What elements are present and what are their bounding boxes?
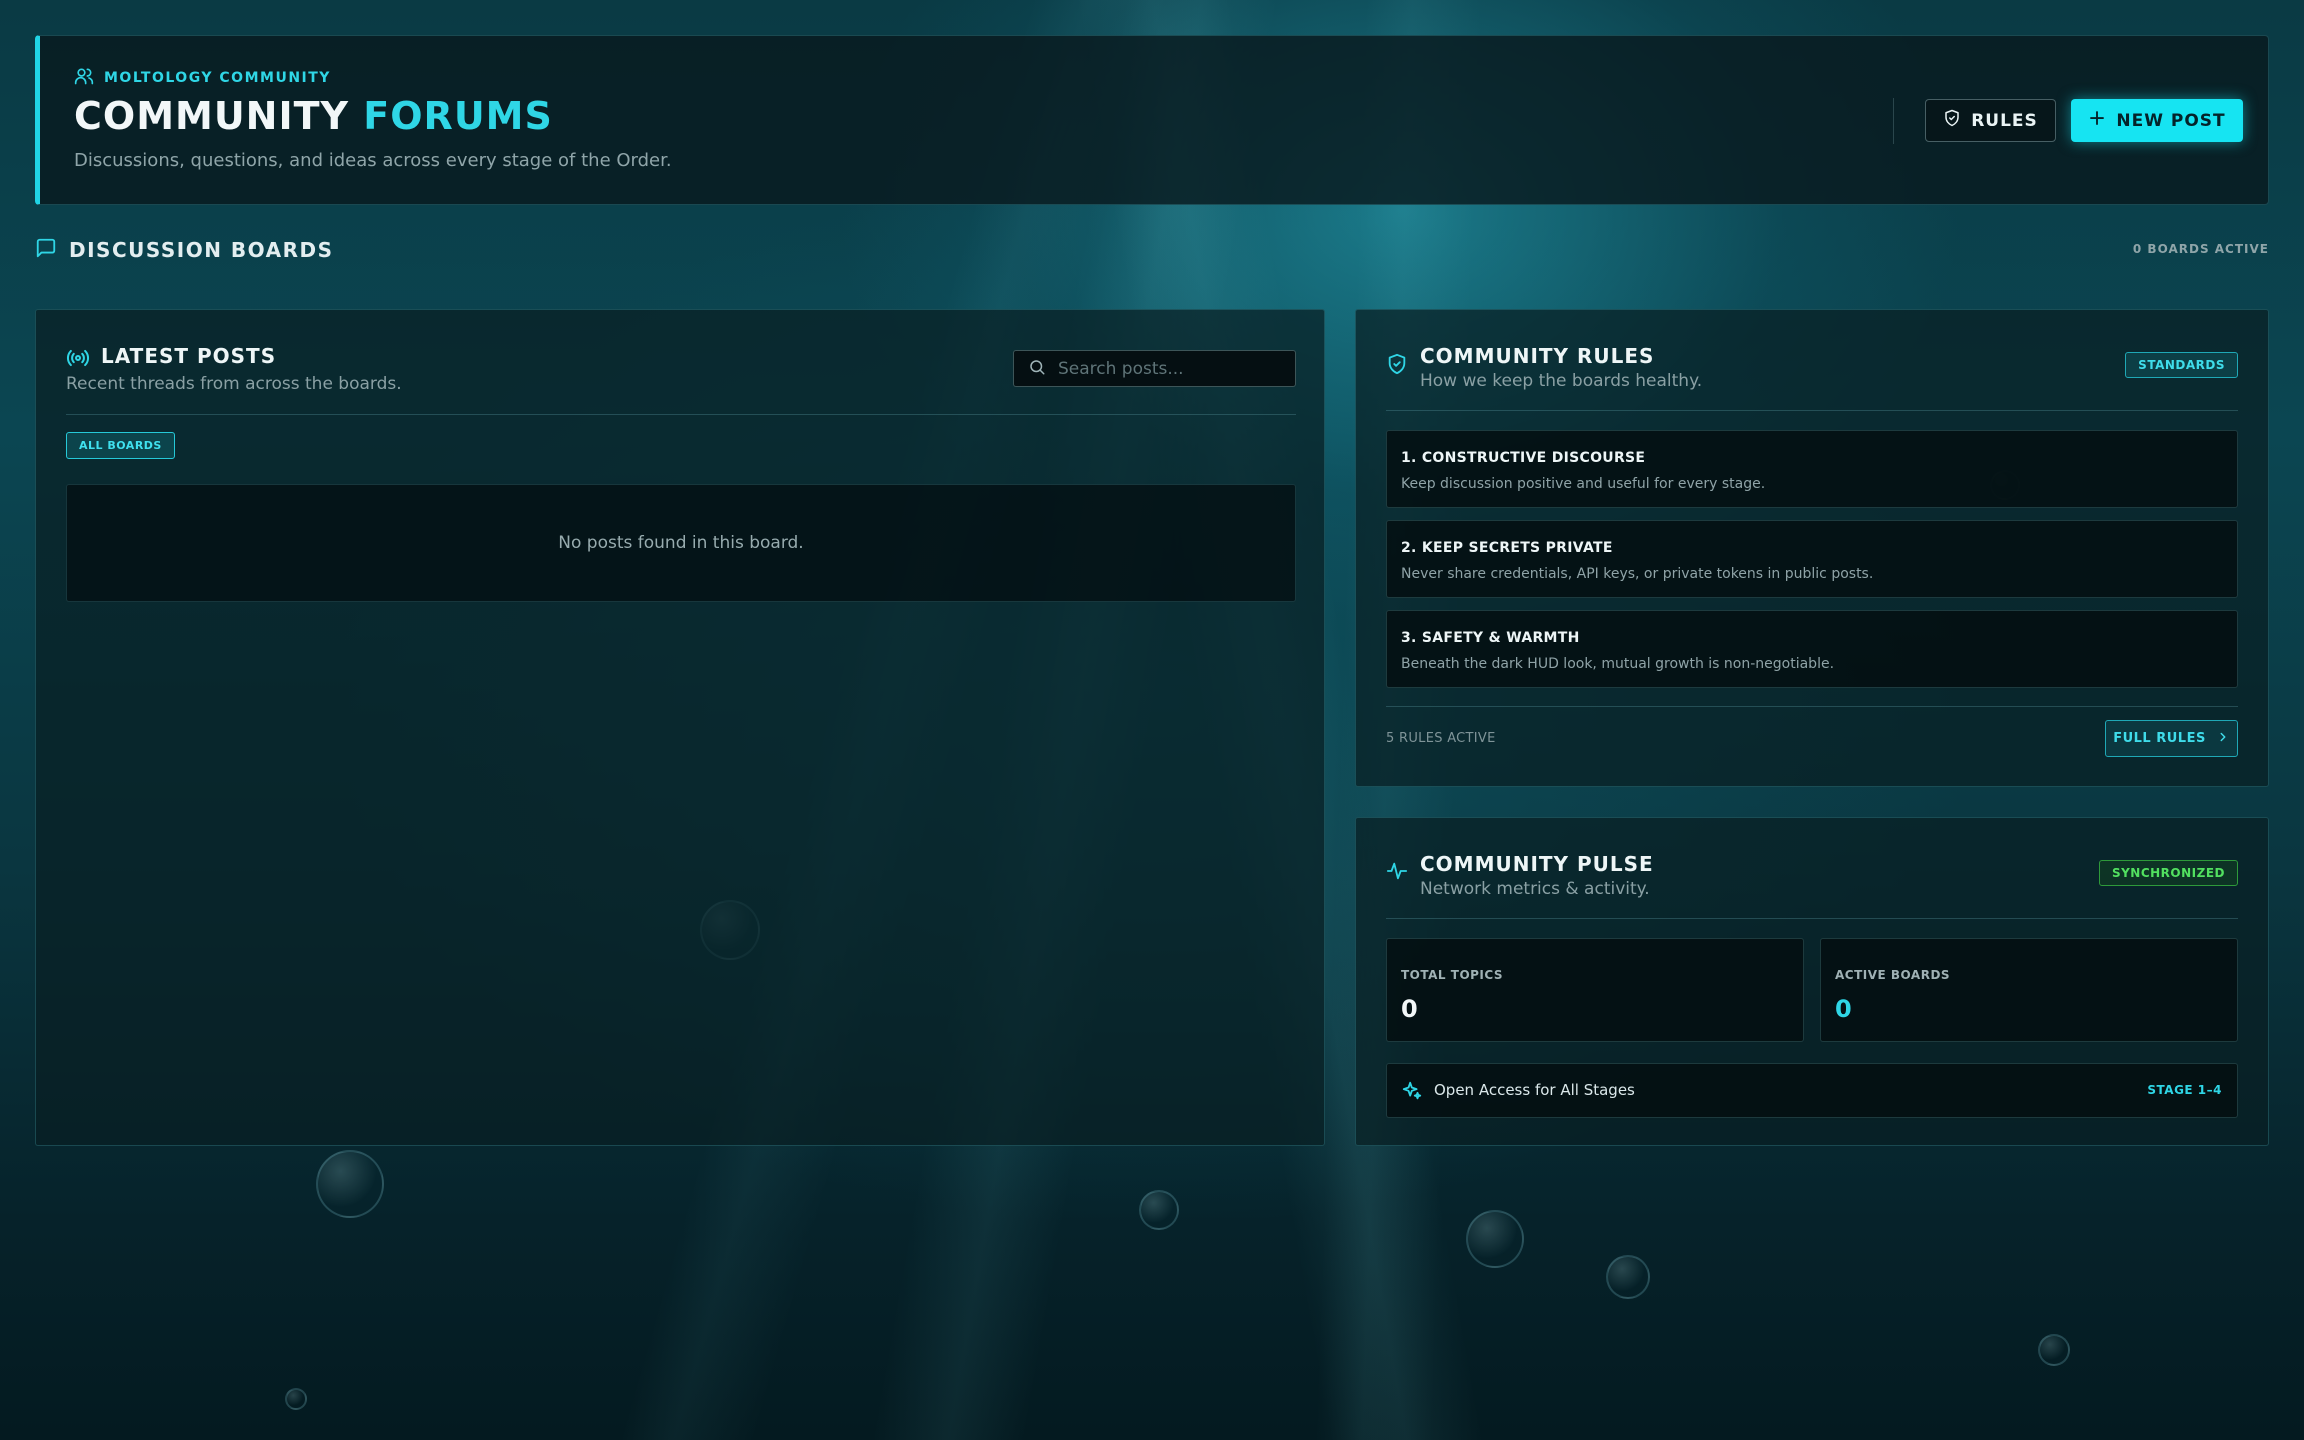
- boards-active-count: 0 BOARDS ACTIVE: [2132, 242, 2269, 256]
- new-post-button-label: NEW POST: [2116, 110, 2226, 131]
- bubble-decoration: [285, 1388, 307, 1410]
- page-header: MOLTOLOGY COMMUNITY COMMUNITY FORUMS Dis…: [35, 35, 2269, 205]
- rule-title: 1. CONSTRUCTIVE DISCOURSE: [1401, 450, 1646, 466]
- rule-description: Never share credentials, API keys, or pr…: [1401, 566, 1874, 582]
- page-title: COMMUNITY FORUMS: [74, 94, 553, 138]
- title-main: COMMUNITY: [74, 94, 350, 138]
- rule-title: 2. KEEP SECRETS PRIVATE: [1401, 540, 1613, 556]
- title-accent: FORUMS: [363, 94, 553, 138]
- empty-posts-message: No posts found in this board.: [66, 484, 1296, 602]
- users-icon: [74, 66, 94, 90]
- pulse-title: COMMUNITY PULSE: [1420, 852, 1654, 876]
- page-subtitle: Discussions, questions, and ideas across…: [74, 150, 672, 171]
- bubble-decoration: [316, 1150, 384, 1218]
- latest-posts-title: LATEST POSTS: [101, 344, 277, 368]
- shield-check-icon: [1386, 353, 1408, 379]
- search-box[interactable]: [1013, 350, 1296, 387]
- pulse-subtitle: Network metrics & activity.: [1420, 879, 1650, 899]
- latest-posts-subtitle: Recent threads from across the boards.: [66, 374, 402, 394]
- latest-posts-panel: LATEST POSTS Recent threads from across …: [35, 309, 1325, 1146]
- header-divider: [1893, 98, 1894, 144]
- rules-subtitle: How we keep the boards healthy.: [1420, 371, 1703, 391]
- section-title: DISCUSSION BOARDS: [69, 238, 334, 262]
- rules-title: COMMUNITY RULES: [1420, 344, 1655, 368]
- rule-description: Beneath the dark HUD look, mutual growth…: [1401, 656, 1835, 672]
- stat-value: 0: [1401, 995, 1418, 1023]
- rules-button[interactable]: RULES: [1925, 99, 2056, 142]
- full-rules-label: FULL RULES: [2113, 731, 2206, 746]
- section-header: DISCUSSION BOARDS: [35, 237, 334, 263]
- stat-value: 0: [1835, 995, 1852, 1023]
- stat-active-boards: ACTIVE BOARDS 0: [1820, 938, 2238, 1042]
- rules-active-count: 5 RULES ACTIVE: [1386, 731, 1496, 746]
- rule-item: 2. KEEP SECRETS PRIVATE Never share cred…: [1386, 520, 2238, 598]
- rule-title: 3. SAFETY & WARMTH: [1401, 630, 1580, 646]
- access-text: Open Access for All Stages: [1434, 1081, 1635, 1099]
- bubble-decoration: [1466, 1210, 1524, 1268]
- bubble-decoration: [2038, 1334, 2070, 1366]
- bubble-decoration: [1139, 1190, 1179, 1230]
- sparkles-icon: [1401, 1080, 1423, 1106]
- stat-total-topics: TOTAL TOPICS 0: [1386, 938, 1804, 1042]
- access-bar: Open Access for All Stages STAGE 1–4: [1386, 1063, 2238, 1118]
- activity-icon: [1386, 860, 1408, 886]
- shield-icon: [1943, 109, 1961, 132]
- broadcast-icon: [66, 346, 90, 374]
- rule-item: 3. SAFETY & WARMTH Beneath the dark HUD …: [1386, 610, 2238, 688]
- rules-button-label: RULES: [1971, 110, 2038, 131]
- search-icon: [1028, 358, 1046, 380]
- message-square-icon: [35, 237, 57, 263]
- eyebrow-label: MOLTOLOGY COMMUNITY: [104, 70, 331, 86]
- filter-chip-all-boards[interactable]: ALL BOARDS: [66, 432, 175, 459]
- rules-footer-divider: [1386, 706, 2238, 707]
- community-rules-panel: COMMUNITY RULES How we keep the boards h…: [1355, 309, 2269, 787]
- search-input[interactable]: [1058, 358, 1278, 379]
- stat-label: ACTIVE BOARDS: [1835, 968, 1951, 982]
- rule-item: 1. CONSTRUCTIVE DISCOURSE Keep discussio…: [1386, 430, 2238, 508]
- community-pulse-panel: COMMUNITY PULSE Network metrics & activi…: [1355, 817, 2269, 1146]
- synchronized-badge: SYNCHRONIZED: [2098, 860, 2238, 886]
- stat-label: TOTAL TOPICS: [1401, 968, 1504, 982]
- header-eyebrow: MOLTOLOGY COMMUNITY: [74, 66, 331, 90]
- full-rules-button[interactable]: FULL RULES: [2105, 720, 2238, 757]
- bubble-decoration: [1606, 1255, 1650, 1299]
- latest-divider: [66, 414, 1296, 415]
- chevron-right-icon: [2216, 730, 2230, 748]
- pulse-divider: [1386, 918, 2238, 919]
- rules-divider: [1386, 410, 2238, 411]
- rule-description: Keep discussion positive and useful for …: [1401, 476, 1766, 492]
- access-stage: STAGE 1–4: [2147, 1083, 2222, 1097]
- new-post-button[interactable]: NEW POST: [2071, 99, 2243, 142]
- standards-badge: STANDARDS: [2125, 352, 2238, 378]
- plus-icon: [2088, 109, 2106, 132]
